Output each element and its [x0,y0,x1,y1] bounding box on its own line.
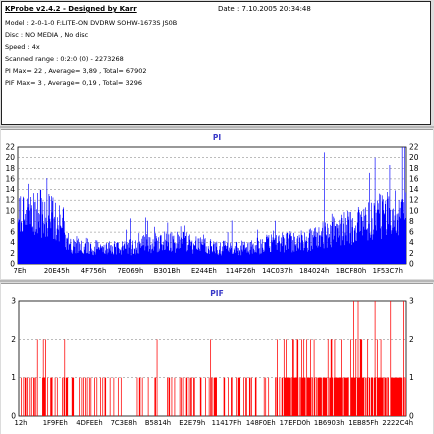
pif-chart: 3 32 21 10 012h 1F9FEh 4DFEEh 7C3E8h B5814h E2E79… [11,297,414,428]
x-tick-label: 20E45h [44,267,70,275]
disc-info: Disc : NO MEDIA , No disc [5,31,89,39]
x-tick-label: 1B6903h [314,419,345,427]
x-tick-label: E244Eh [191,267,217,275]
x-tick-label: 7C3E8h [111,419,137,427]
y-tick-label: 1 [11,373,16,382]
y-tick-label: 14 [5,185,15,194]
y-tick-label-right: 12 [409,196,419,205]
y-tick-label: 3 [11,297,16,306]
x-tick-label: B301Bh [154,267,181,275]
x-tick-label: 114F26h [226,267,256,275]
pif-chart-panel: PIF 3 3 2 2 1 1 0 0 12h 1F9FEh 4DFEEh 7C3E8h B5814h E… [1,283,433,434]
x-tick-label: B5814h [145,419,171,427]
x-tick-label: 4F756h [81,267,107,275]
x-tick-label: 1BCF80h [336,267,366,275]
x-tick-label: 2222C4h [382,419,413,427]
y-tick-label-right: 2 [409,249,414,258]
y-tick-label-right: 14 [409,185,419,194]
pif-stats: PIF Max= 3 , Average= 0,19 , Total= 3296 [5,79,143,87]
y-tick-label-right: 2 [409,335,414,344]
x-tick-label: 1F9FEh [43,419,68,427]
scanned-range: Scanned range : 0:2:0 (0) - 2273268 [5,55,124,63]
x-tick-label: E2E79h [179,419,205,427]
pi-chart-panel: PI 22 22 20 20 18 18 16 16 14 14 12 12 10 10 8 8 6 6 4 4 2 2 0… [1,129,433,279]
y-tick-label: 22 [5,143,15,152]
y-tick-label-right: 20 [409,153,419,162]
x-tick-label: 12h [15,419,28,427]
x-tick-label: 148F0Eh [246,419,276,427]
y-tick-label-right: 10 [409,206,419,215]
y-tick-label-right: 0 [409,260,414,269]
y-tick-label-right: 16 [409,174,419,183]
y-tick-label-right: 4 [409,238,414,247]
pi-chart: 22 2220 2018 1816 1614 1412 1210 108 86 64 42 20 07E… [5,143,419,276]
x-tick-label: 14C037h [262,267,293,275]
y-tick-label: 2 [10,249,15,258]
y-tick-label: 20 [5,153,15,162]
y-tick-label-right: 6 [409,228,414,237]
separator [0,126,434,128]
y-tick-label-right: 3 [409,297,414,306]
y-tick-label-right: 22 [409,143,419,152]
y-tick-label-right: 1 [409,373,414,382]
pi-stats: PI Max= 22 , Average= 3,89 , Total= 6790… [5,67,147,75]
y-tick-label-right: 8 [409,217,414,226]
y-tick-label: 10 [5,206,15,215]
x-tick-label: 1EB85Fh [348,419,378,427]
y-tick-label: 4 [10,238,15,247]
info-panel: KProbe v2.4.2 - Designed by Karr Date : … [1,1,431,125]
drive-model: Model : 2-0-1-0 F:LITE-ON DVDRW SOHW-167… [5,19,178,27]
y-tick-label: 16 [5,174,15,183]
speed-info: Speed : 4x [5,43,40,51]
x-tick-label: 184024h [299,267,329,275]
y-tick-label: 2 [11,335,16,344]
x-tick-label: 7E069h [117,267,143,275]
x-tick-label: 17EFD0h [280,419,311,427]
x-tick-label: 4DFEEh [76,419,102,427]
x-tick-label: 7Eh [14,267,27,275]
scan-date: Date : 7.10.2005 20:34:48 [218,5,311,13]
app-title: KProbe v2.4.2 - Designed by Karr [5,5,137,13]
x-tick-label: 1F53C7h [373,267,403,275]
x-tick-label: 11417Fh [212,419,242,427]
y-tick-label: 6 [10,228,15,237]
y-tick-label: 18 [5,164,15,173]
separator [0,280,434,282]
y-tick-label: 12 [5,196,15,205]
y-tick-label-right: 18 [409,164,419,173]
y-tick-label: 8 [10,217,15,226]
